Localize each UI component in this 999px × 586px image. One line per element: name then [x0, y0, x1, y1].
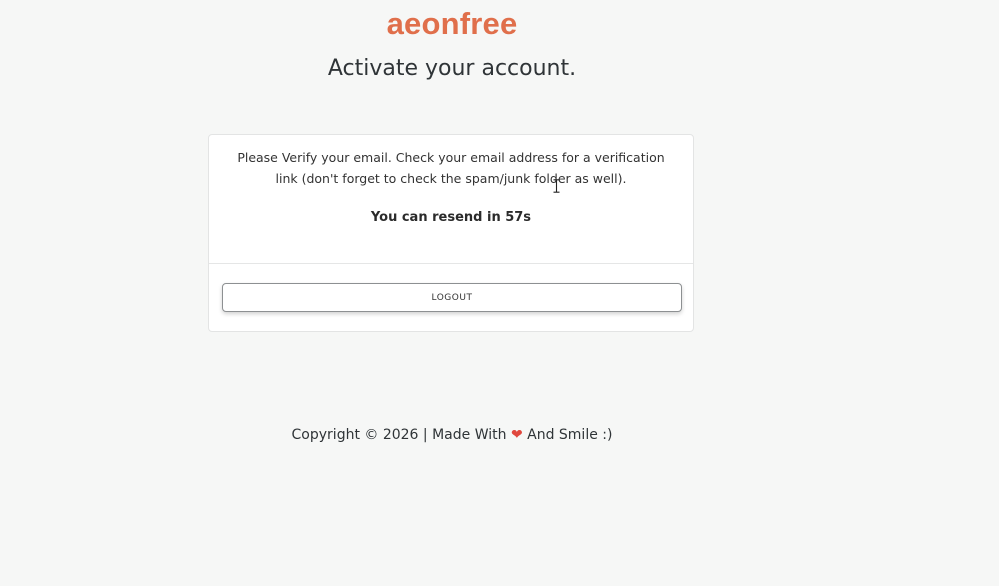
footer: Copyright © 2026 | Made With ❤ And Smile…: [0, 427, 904, 443]
verification-message-line1: Please Verify your email. Check your ema…: [237, 150, 665, 165]
resend-countdown: You can resend in 57s: [370, 210, 532, 225]
brand-logo[interactable]: aeonfree: [0, 6, 904, 42]
card-divider: [209, 263, 693, 264]
footer-copyright: Copyright © 2026 | Made With: [291, 427, 507, 443]
verification-message-line2: link (don't forget to check the spam/jun…: [275, 171, 627, 186]
logout-button[interactable]: LOGOUT: [222, 283, 682, 312]
footer-smile: And Smile :): [527, 427, 613, 443]
verification-message: Please Verify your email. Check your ema…: [227, 147, 675, 189]
verification-card: Please Verify your email. Check your ema…: [208, 134, 694, 332]
card-body: Please Verify your email. Check your ema…: [209, 135, 693, 263]
heart-icon: ❤: [510, 427, 523, 443]
page-title: Activate your account.: [327, 56, 577, 81]
text-cursor-icon: [553, 179, 560, 193]
